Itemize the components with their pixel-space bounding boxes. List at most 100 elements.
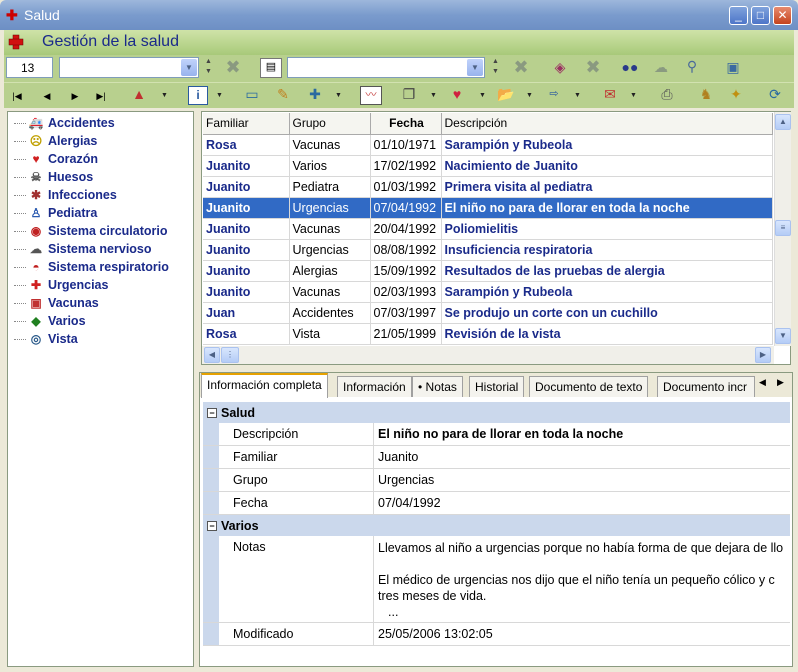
edit-note-icon[interactable]: ✎ [272,86,294,102]
descripcion-value[interactable]: El niño no para de llorar en toda la noc… [374,423,790,445]
grupo-value[interactable]: Urgencias [374,469,790,491]
cell-familiar[interactable]: Rosa [203,323,290,345]
cell-grupo[interactable]: Accidentes [289,302,371,324]
scroll-thumb[interactable]: ≡ [775,220,791,236]
first-combo[interactable]: ▼ [59,57,199,78]
cell-fecha[interactable]: 02/03/1993 [370,281,442,303]
scroll-thumb[interactable]: ⋮ [221,347,239,363]
familiar-value[interactable]: Juanito [374,446,790,468]
eraser-icon[interactable]: ◈ [549,59,571,75]
cell-descripcion[interactable]: Sarampión y Rubeola [441,134,773,156]
table-row[interactable]: Juanito Vacunas 02/03/1993 Sarampión y Rube… [203,281,773,303]
notas-value[interactable]: Llevamos al niño a urgencias porque no h… [374,536,790,622]
ring-stack-icon[interactable]: ▲ [128,86,150,102]
cell-grupo[interactable]: Urgencias [289,197,371,219]
cell-fecha[interactable]: 07/03/1997 [370,302,442,324]
add-record-icon[interactable]: ✚ [304,86,326,102]
scroll-down-icon[interactable]: ▼ [775,328,791,344]
cell-familiar[interactable]: Juanito [203,218,290,240]
cell-familiar[interactable]: Juan [203,302,290,324]
cell-fecha[interactable]: 01/03/1992 [370,176,442,198]
window-titlebar[interactable]: ✚ Salud _ □ ✕ [0,0,798,30]
horizontal-scrollbar[interactable]: ◀ ⋮ ▶ [202,346,774,364]
sidebar-item[interactable]: ♥ Corazón [14,150,193,168]
cell-descripcion[interactable]: Se produjo un corte con un cuchillo [441,302,773,324]
cell-familiar[interactable]: Juanito [203,155,290,177]
table-row[interactable]: Juanito Varios 17/02/1992 Nacimiento de Jua… [203,155,773,177]
maximize-button[interactable]: □ [751,6,770,25]
cell-descripcion[interactable]: Revisión de la vista [441,323,773,345]
cell-descripcion[interactable]: Insuficiencia respiratoria [441,239,773,261]
cell-familiar[interactable]: Juanito [203,197,290,219]
cell-grupo[interactable]: Varios [289,155,371,177]
modificado-value[interactable]: 25/05/2006 13:02:05 [374,623,790,645]
table-row[interactable]: Juanito Vacunas 20/04/1992 Poliomielitis [203,218,773,240]
copy-pages-icon[interactable]: ❐ [398,86,420,102]
monitor-icon[interactable]: ▭ [241,86,263,102]
chevron-down-icon[interactable]: ▼ [161,92,168,99]
cell-grupo[interactable]: Vacunas [289,281,371,303]
cell-fecha[interactable]: 21/05/1999 [370,323,442,345]
sidebar-item[interactable]: ☁ Sistema nervioso [14,240,193,258]
record-number-field[interactable]: 13 [6,57,53,78]
tab-notas[interactable]: • Notas [412,376,463,397]
info-icon[interactable]: i [188,86,208,105]
first-record-icon[interactable]: |◀ [10,88,24,104]
chart-icon[interactable]: 〰 [360,86,382,105]
cell-grupo[interactable]: Pediatra [289,176,371,198]
cell-fecha[interactable]: 17/02/1992 [370,155,442,177]
table-row[interactable]: Rosa Vista 21/05/1999 Revisión de la vista [203,323,773,345]
cell-descripcion[interactable]: Poliomielitis [441,218,773,240]
binoculars-icon[interactable]: ●● [617,59,643,75]
sidebar-item[interactable]: ✚ Urgencias [14,276,193,294]
sidebar-item[interactable]: ☠ Huesos [14,168,193,186]
cell-grupo[interactable]: Vacunas [289,134,371,156]
table-row[interactable]: Juanito Alergias 15/09/1992 Resultados de l… [203,260,773,282]
sidebar-item[interactable]: ▣ Vacunas [14,294,193,312]
cell-grupo[interactable]: Vacunas [289,218,371,240]
notepad-icon[interactable]: ▤ [260,58,282,78]
category-varios[interactable]: − Varios [203,515,790,536]
sidebar-item[interactable]: ◎ Vista [14,330,193,348]
sidebar-item[interactable]: ☹ Alergias [14,132,193,150]
cell-fecha[interactable]: 08/08/1992 [370,239,442,261]
delete-x-icon[interactable]: ✖ [582,58,604,76]
magnifier-icon[interactable]: ⚲ [681,58,703,74]
export-icon[interactable]: ⇨ [542,86,566,102]
cell-familiar[interactable]: Juanito [203,239,290,261]
sidebar-item[interactable]: 🚑 Accidentes [14,114,193,132]
clear-x-icon[interactable]: ✖ [510,58,532,76]
sidebar-item[interactable]: ♙ Pediatra [14,204,193,222]
folder-open-icon[interactable]: 📂 [495,86,517,102]
chevron-down-icon[interactable]: ▼ [467,59,483,76]
sidebar-item[interactable]: ◉ Sistema circulatorio [14,222,193,240]
collapse-icon[interactable]: − [207,520,217,531]
vertical-scrollbar[interactable]: ▲ ≡ ▼ [774,112,791,346]
cell-descripcion[interactable]: Nacimiento de Juanito [441,155,773,177]
tab-documento-incr[interactable]: Documento incr [657,376,755,397]
fecha-value[interactable]: 07/04/1992 [374,492,790,514]
scroll-left-icon[interactable]: ◀ [204,347,220,363]
heart-add-icon[interactable]: ♥ [446,86,468,102]
sync-icon[interactable]: ⟳ [764,86,786,102]
cell-descripcion[interactable]: El niño no para de llorar en toda la noc… [441,197,773,219]
scroll-up-icon[interactable]: ▲ [775,114,791,130]
table-row[interactable]: Rosa Vacunas 01/10/1971 Sarampión y Rubeola [203,134,773,156]
scroll-right-icon[interactable]: ▶ [755,347,771,363]
tab-scroll-left-icon[interactable]: ◀ [759,377,766,388]
chevron-down-icon[interactable]: ▼ [630,92,637,99]
category-salud[interactable]: − Salud [203,402,790,423]
next-record-icon[interactable]: ▶ [68,88,82,104]
people-icon[interactable]: ♞ [694,86,718,102]
cell-familiar[interactable]: Juanito [203,281,290,303]
first-spinner[interactable]: ▲ ▼ [202,57,215,78]
previous-record-icon[interactable]: ◀ [40,88,54,104]
cell-familiar[interactable]: Juanito [203,260,290,282]
tab-informacion[interactable]: Información [337,376,412,397]
tab-documento-de-texto[interactable]: Documento de texto [529,376,649,397]
second-spinner[interactable]: ▲ ▼ [489,57,502,78]
chevron-down-icon[interactable]: ▼ [430,92,437,99]
column-header-familiar[interactable]: Familiar [203,113,290,135]
window-panel-icon[interactable]: ▣ [722,59,744,75]
sidebar-item[interactable]: ◆ Varios [14,312,193,330]
